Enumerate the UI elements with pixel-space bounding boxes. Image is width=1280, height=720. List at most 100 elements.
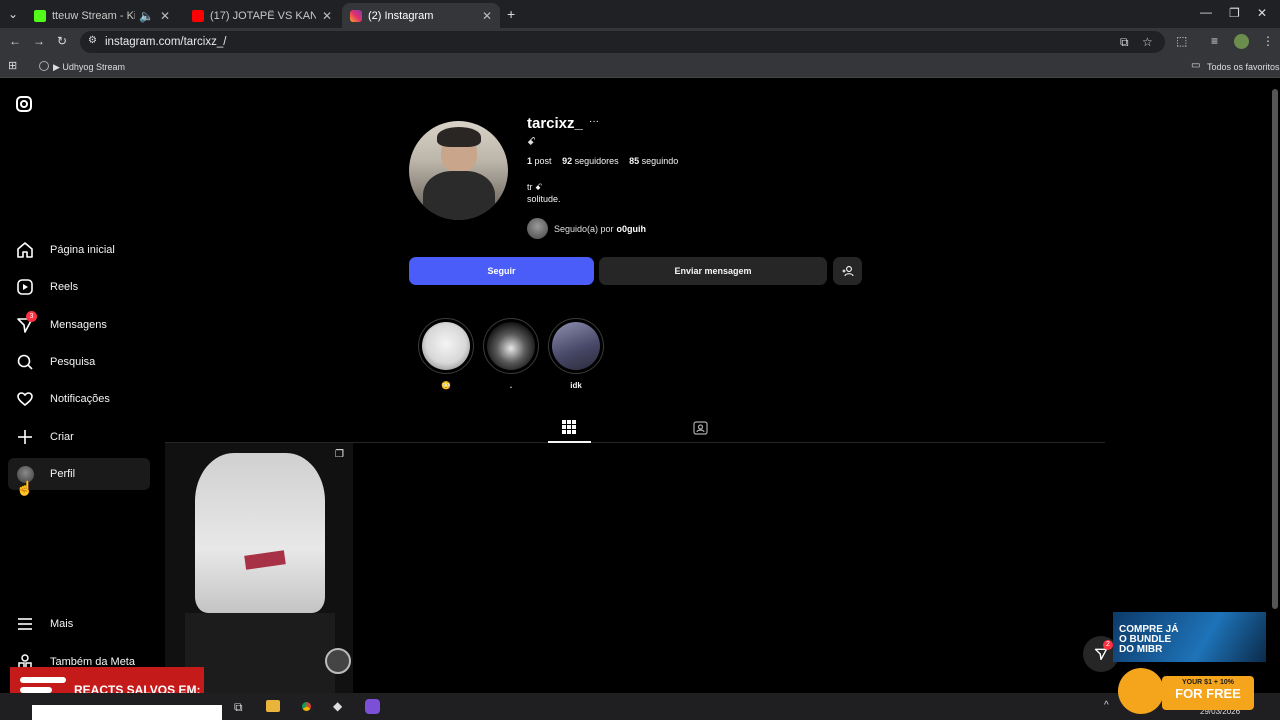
post-thumbnail[interactable]: ❐ (165, 443, 353, 693)
sidebar-item-reels[interactable]: Reels (8, 271, 150, 303)
tab-search-icon[interactable]: ⌄ (8, 8, 18, 20)
highlight-label: 😳 (441, 381, 451, 390)
tab-tagged[interactable] (693, 420, 708, 440)
apps-grid-icon[interactable]: ⊞ (8, 61, 17, 72)
browser-toolbar: ← → ↻ ⚙ instagram.com/tarcixz_/ ⧉ ☆ ⬚ ≡ … (0, 28, 1280, 56)
mutual-follower-avatar (527, 218, 548, 239)
send-message-button[interactable]: Enviar mensagem (599, 257, 827, 285)
active-tab-indicator (548, 441, 591, 443)
sidebar-item-label: Perfil (50, 468, 76, 480)
sidebar-item-home[interactable]: Página inicial (8, 234, 150, 266)
menu-kebab-icon[interactable]: ⋮ (1262, 35, 1274, 47)
close-window-icon[interactable]: ✕ (1257, 7, 1267, 19)
instagram-page: Página inicial Reels 3 Mensagens Pesquis… (0, 81, 1280, 693)
install-app-icon[interactable]: ⧉ (1120, 36, 1129, 48)
tab-label: tteuw Stream - Kick Dashb (52, 9, 135, 22)
file-explorer-icon[interactable] (266, 700, 280, 712)
app-purple-icon[interactable] (365, 699, 380, 714)
instagram-favicon-icon (350, 9, 362, 22)
all-bookmarks[interactable]: Todos os favoritos (1207, 62, 1280, 72)
forward-icon[interactable]: → (33, 35, 45, 47)
browser-tab-bar: ⌄ tteuw Stream - Kick Dashb 🔈 ✕ (17) JOT… (0, 0, 1280, 28)
bio-line-1: tr ꗃ (527, 182, 543, 192)
tab-label: (17) JOTAPÊ VS KANT | #FMS8R (210, 9, 316, 22)
media-control-icon[interactable]: ≡ (1211, 35, 1218, 47)
ad-banner-mibr: COMPRE JÁ O BUNDLE DO MIBR (1113, 612, 1266, 662)
sidebar-item-label: Página inicial (50, 244, 115, 256)
followed-by[interactable]: Seguido(a) por o0guih (527, 218, 646, 239)
sidebar-item-more[interactable]: Mais (8, 608, 150, 640)
followed-by-prefix: Seguido(a) por (554, 223, 614, 234)
scrollbar-thumb[interactable] (1272, 89, 1278, 609)
profile-picture[interactable] (409, 121, 508, 220)
site-info-icon[interactable]: ⚙ (88, 36, 97, 46)
tab-label: (2) Instagram (368, 9, 434, 22)
app-icon[interactable]: ◆ (333, 700, 342, 712)
follow-button[interactable]: Seguir (409, 257, 594, 285)
ad-big-text: FOR FREE (1175, 686, 1241, 701)
sidebar-item-label: Mensagens (50, 319, 107, 331)
suggest-user-button[interactable] (833, 257, 862, 285)
highlight-3[interactable] (548, 318, 604, 374)
back-icon[interactable]: ← (9, 35, 21, 47)
carousel-icon: ❐ (335, 449, 344, 460)
messages-float-badge: 2 (1103, 640, 1113, 650)
restore-icon[interactable]: ❐ (1229, 7, 1240, 19)
grid-icon (562, 420, 576, 434)
highlight-2[interactable] (483, 318, 539, 374)
url-text: instagram.com/tarcixz_/ (105, 36, 227, 48)
taskbar-search-box[interactable] (32, 705, 222, 720)
profile-pronoun-glyph: ꗃ (527, 136, 536, 148)
messages-badge: 3 (26, 311, 37, 322)
sidebar-item-label: Criar (50, 431, 74, 443)
sidebar-item-label: Pesquisa (50, 356, 96, 368)
home-icon (16, 241, 34, 259)
profile-username: tarcixz_ (527, 115, 583, 132)
plus-icon (16, 428, 34, 446)
sidebar-item-search[interactable]: Pesquisa (8, 346, 150, 378)
tray-chevron-icon[interactable]: ^ (1104, 701, 1109, 711)
profile-stats: 1 post 92 seguidores 85 seguindo (527, 156, 678, 166)
instagram-logo-icon[interactable] (16, 96, 32, 112)
mouse-cursor-icon: ☝ (16, 480, 34, 496)
followers-stat[interactable]: 92 seguidores (562, 156, 619, 166)
profile-avatar[interactable] (1234, 34, 1249, 49)
heart-icon (16, 390, 34, 408)
address-bar[interactable]: ⚙ instagram.com/tarcixz_/ ⧉ ☆ (80, 31, 1165, 53)
sidebar-item-label: Reels (50, 281, 79, 293)
minimize-icon[interactable]: — (1200, 6, 1212, 18)
tab-youtube[interactable]: (17) JOTAPÊ VS KANT | #FMS8R ✕ (184, 3, 340, 28)
tab-posts[interactable] (562, 420, 576, 439)
reload-icon[interactable]: ↻ (57, 35, 67, 47)
ad-free-box: YOUR $1 + 10% FOR FREE (1162, 676, 1254, 710)
options-icon[interactable]: ··· (589, 116, 599, 127)
reels-icon (16, 278, 34, 296)
new-tab-icon[interactable]: + (507, 7, 515, 21)
bookmark-udhyog[interactable]: ▶ Udhyog Stream (53, 62, 125, 73)
sidebar-item-label: Notificações (50, 393, 110, 405)
search-icon (16, 353, 34, 371)
folder-icon: ▭ (1191, 60, 1201, 71)
windows-taskbar: ⧉ ◆ ^ 29/03/2026 (0, 693, 1280, 720)
bio-line-2: solitude. (527, 194, 561, 204)
task-view-icon[interactable]: ⧉ (234, 701, 243, 713)
youtube-favicon-icon (192, 9, 204, 22)
following-stat[interactable]: 85 seguindo (629, 156, 678, 166)
tab-instagram[interactable]: (2) Instagram ✕ (342, 3, 500, 28)
menu-icon (16, 615, 34, 633)
tab-kick[interactable]: tteuw Stream - Kick Dashb 🔈 ✕ (26, 3, 178, 28)
sidebar-item-create[interactable]: Criar (8, 421, 150, 453)
ad-small-text: YOUR $1 + 10% (1182, 679, 1234, 686)
sidebar-item-notifications[interactable]: Notificações (8, 383, 150, 415)
close-tab-icon[interactable]: ✕ (322, 9, 332, 23)
chrome-icon[interactable] (299, 699, 314, 714)
sidebar-item-messages[interactable]: 3 Mensagens (8, 309, 150, 341)
highlight-label: idk (570, 381, 582, 390)
highlight-1[interactable] (418, 318, 474, 374)
close-tab-icon[interactable]: ✕ (160, 9, 170, 23)
followed-by-user: o0guih (616, 223, 647, 234)
bookmark-star-icon[interactable]: ☆ (1142, 36, 1153, 48)
extensions-icon[interactable]: ⬚ (1176, 35, 1187, 47)
highlight-label: . (509, 381, 513, 390)
close-tab-icon[interactable]: ✕ (482, 9, 492, 23)
